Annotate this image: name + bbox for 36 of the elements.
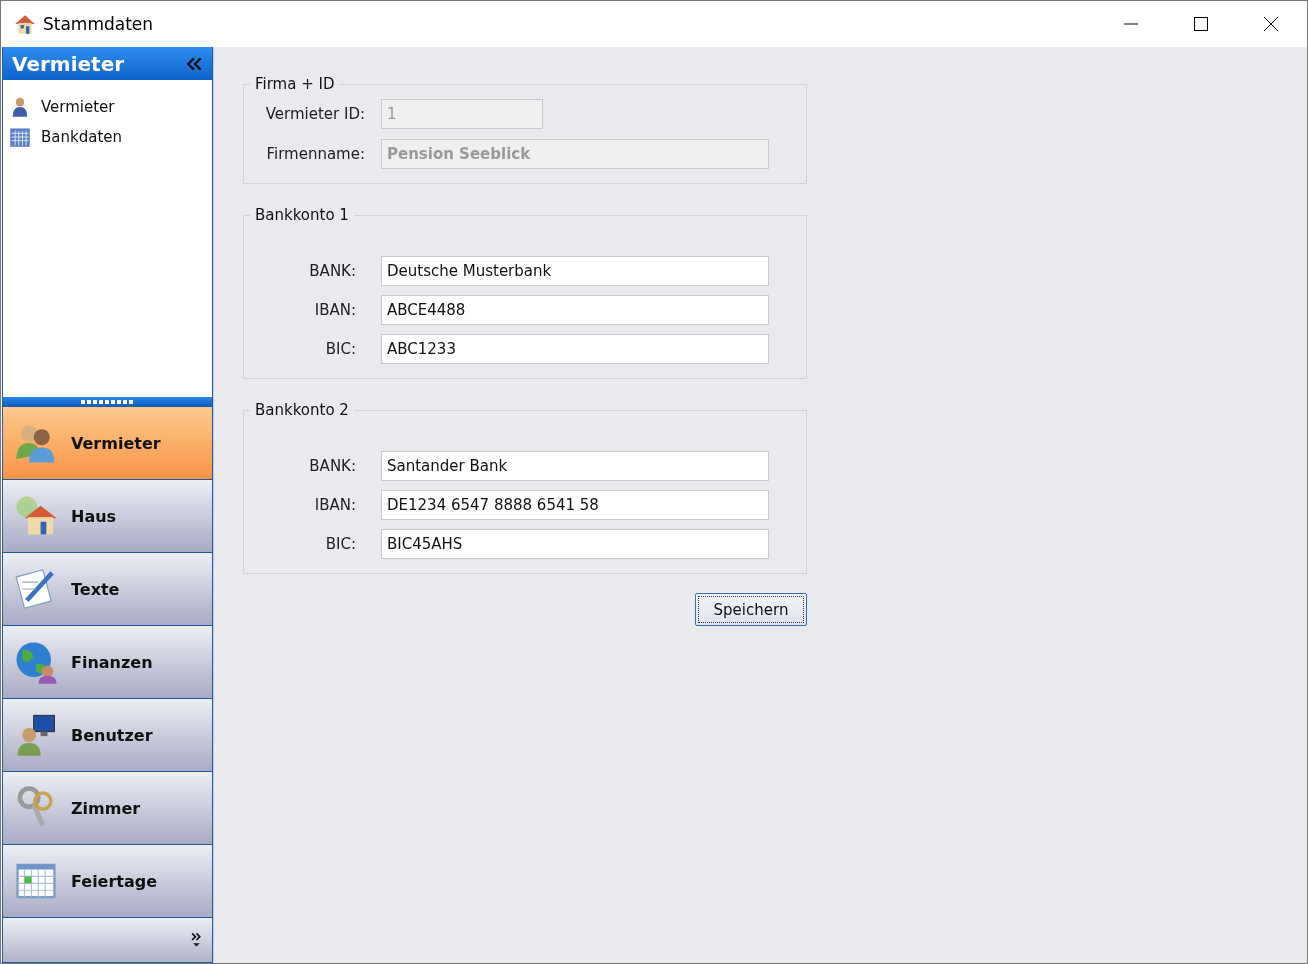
grid-icon (9, 126, 31, 148)
field-label: BANK: (308, 262, 357, 280)
field-label: BIC: (324, 535, 357, 553)
nav-button[interactable]: Benutzer (3, 699, 212, 771)
field-label: IBAN: (313, 496, 357, 514)
globe-icon (13, 639, 59, 685)
nav-button[interactable]: Finanzen (3, 626, 212, 698)
save-button[interactable]: Speichern (695, 593, 807, 626)
window-title: Stammdaten (43, 14, 154, 34)
group-title: Bankkonto 2 (254, 401, 350, 419)
input-field[interactable]: Deutsche Musterbank (381, 256, 769, 286)
sidebar-item[interactable]: Vermieter (3, 92, 212, 122)
maximize-icon[interactable] (1193, 16, 1209, 32)
nav-button[interactable]: Texte (3, 553, 212, 625)
input-field[interactable]: DE1234 6547 8888 6541 58 (381, 490, 769, 520)
field-label: BANK: (308, 457, 357, 475)
nav-button[interactable]: Vermieter (3, 407, 212, 479)
field-label: IBAN: (313, 301, 357, 319)
sidebar-item[interactable]: Bankdaten (3, 122, 212, 152)
input-field[interactable]: ABCE4488 (381, 295, 769, 325)
field-label: Firmenname: (265, 145, 366, 163)
sidebar-title: Vermieter (12, 51, 125, 76)
close-icon[interactable] (1263, 16, 1279, 32)
field-label: Vermieter ID: (264, 105, 366, 123)
group-title: Bankkonto 1 (254, 206, 350, 224)
input-field[interactable]: Santander Bank (381, 451, 769, 481)
input-field[interactable]: ABC1233 (381, 334, 769, 364)
nav-button[interactable]: Zimmer (3, 772, 212, 844)
overflow-chevron-icon[interactable] (191, 932, 202, 948)
collapse-icon[interactable] (186, 56, 204, 71)
group-title: Firma + ID (254, 75, 336, 93)
nav-button[interactable]: Feiertage (3, 845, 212, 917)
field-label: BIC: (324, 340, 357, 358)
nav-button[interactable]: Haus (3, 480, 212, 552)
splitter-grip-icon[interactable] (80, 399, 135, 404)
input-field[interactable]: BIC45AHS (381, 529, 769, 559)
